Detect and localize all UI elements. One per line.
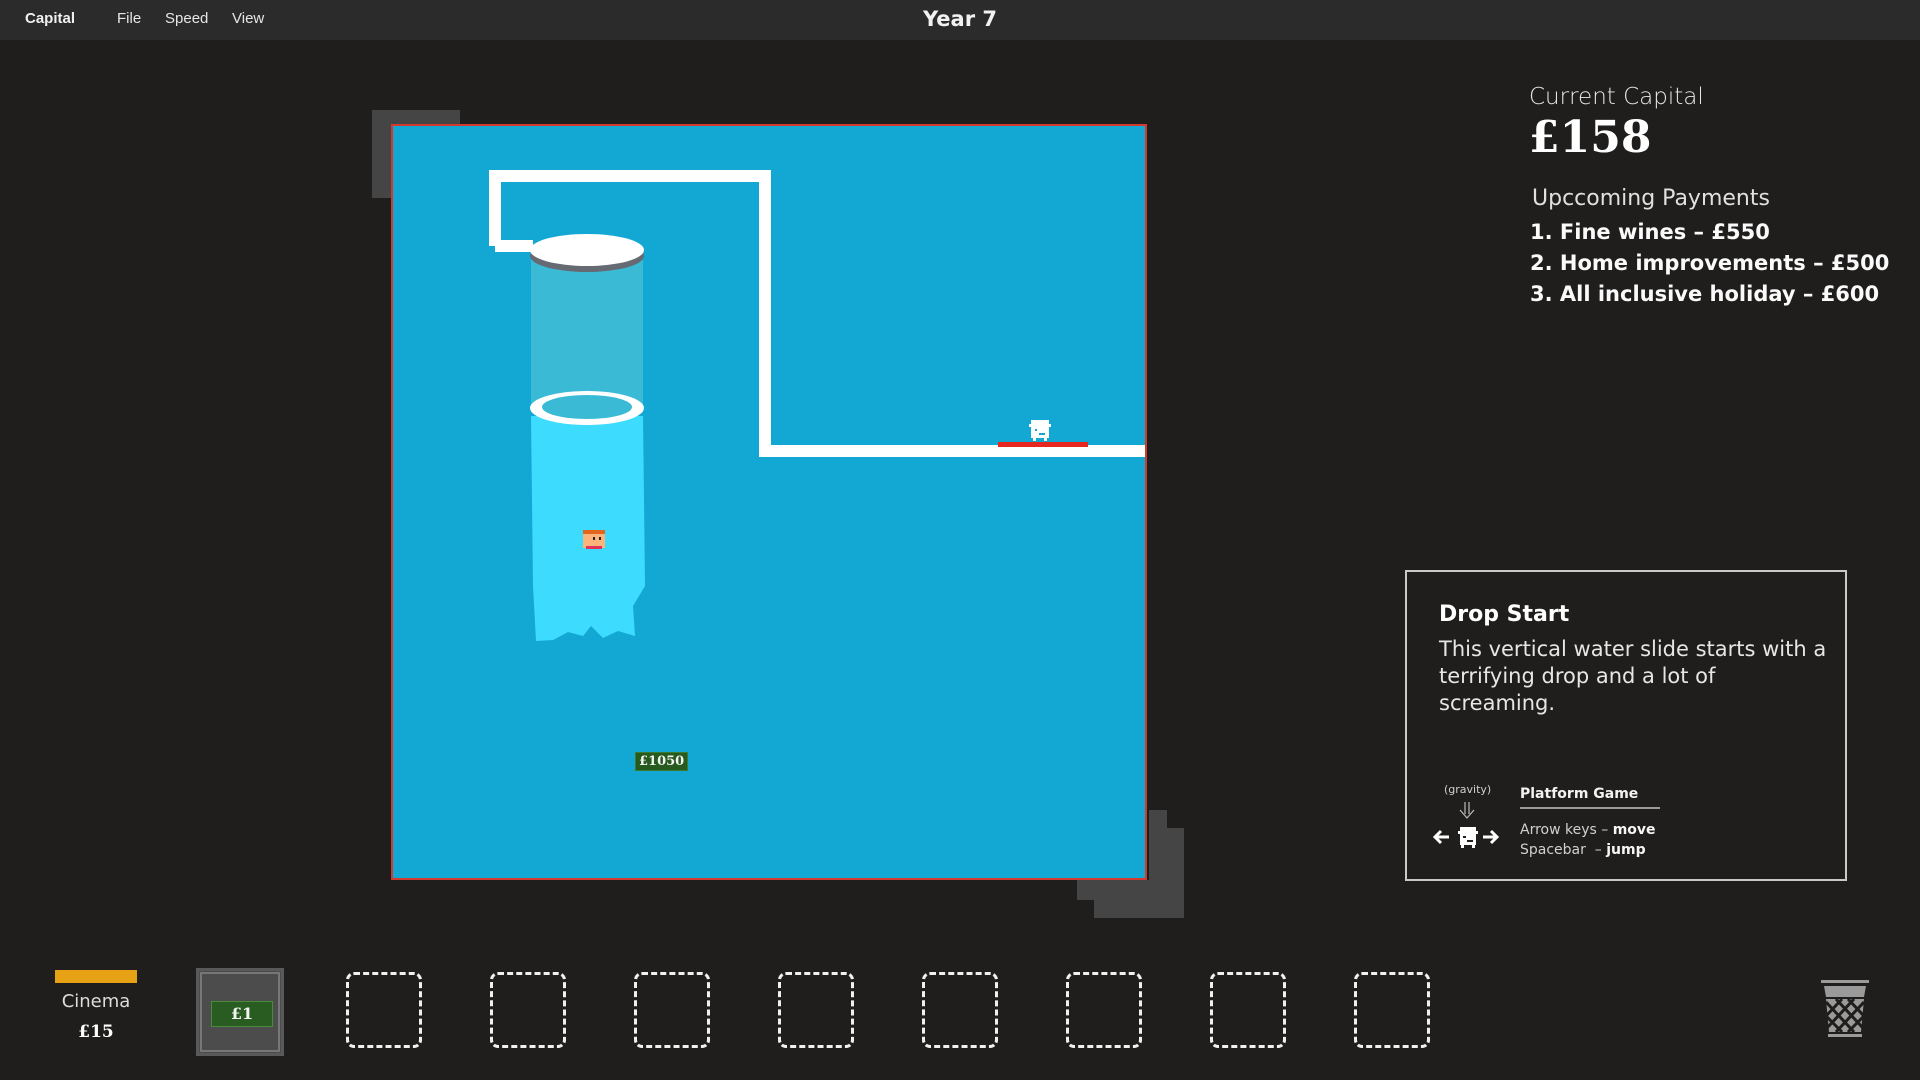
inventory-slot-empty[interactable] [634,972,710,1048]
right-arrow-icon [1483,829,1500,845]
control-move: Arrow keys – move [1520,822,1656,838]
inventory-slot-empty[interactable] [490,972,566,1048]
gravity-arrow-icon [1459,802,1475,819]
control-jump: Spacebar – jump [1520,842,1646,858]
left-arrow-icon [1432,829,1449,845]
robot-icon [1458,827,1478,848]
menu-speed[interactable]: Speed [165,10,208,27]
game-canvas[interactable]: £1050 [391,124,1147,880]
capital-value: £158 [1529,112,1652,163]
current-build-item[interactable]: Cinema £15 [55,970,137,1042]
inventory-slot-empty[interactable] [922,972,998,1048]
menu-bar: Capital File Speed View Year 7 [0,0,1920,40]
water-column [531,416,645,641]
game-type-title: Platform Game [1520,786,1660,809]
inventory-slot-empty[interactable] [778,972,854,1048]
controls-icon [1432,802,1500,848]
payment-item: 3. All inclusive holiday – £600 [1530,282,1880,306]
player-character [1029,420,1051,441]
money-item: £1 [211,1001,273,1027]
build-item-price: £15 [78,1022,114,1042]
payment-item: 2. Home improvements – £500 [1530,251,1890,275]
year-title: Year 7 [923,7,997,31]
slide-tube [531,256,643,406]
payments-label: Upccoming Payments [1532,186,1770,211]
attraction-description: This vertical water slide starts with a … [1439,637,1827,715]
money-pickup: £1050 [635,752,689,771]
upcoming-payments: Upccoming Payments 1. Fine wines – £550 … [1530,186,1889,310]
inventory-slot-empty[interactable] [1354,972,1430,1048]
app-name: Capital [25,10,76,27]
menu-view[interactable]: View [232,10,264,27]
attraction-title: Drop Start [1439,602,1570,627]
menu-file[interactable]: File [117,10,141,27]
hazard-platform [998,442,1088,447]
inventory-slot-empty[interactable] [346,972,422,1048]
payment-item: 1. Fine wines – £550 [1530,220,1770,244]
swimmer-character [583,530,605,549]
inventory-slot-empty[interactable] [1066,972,1142,1048]
inventory-slot-empty[interactable] [1210,972,1286,1048]
capital-panel: Current Capital £158 [1529,84,1704,163]
gravity-label: (gravity) [1444,783,1492,796]
build-progress-bar [55,970,137,983]
trash-icon[interactable] [1820,980,1870,1040]
attraction-info-panel: Drop Start This vertical water slide sta… [1405,570,1847,881]
inventory-slot-filled[interactable]: £1 [196,968,284,1056]
build-item-name: Cinema [61,991,131,1012]
tube-cap [530,234,644,266]
capital-label: Current Capital [1529,84,1704,110]
